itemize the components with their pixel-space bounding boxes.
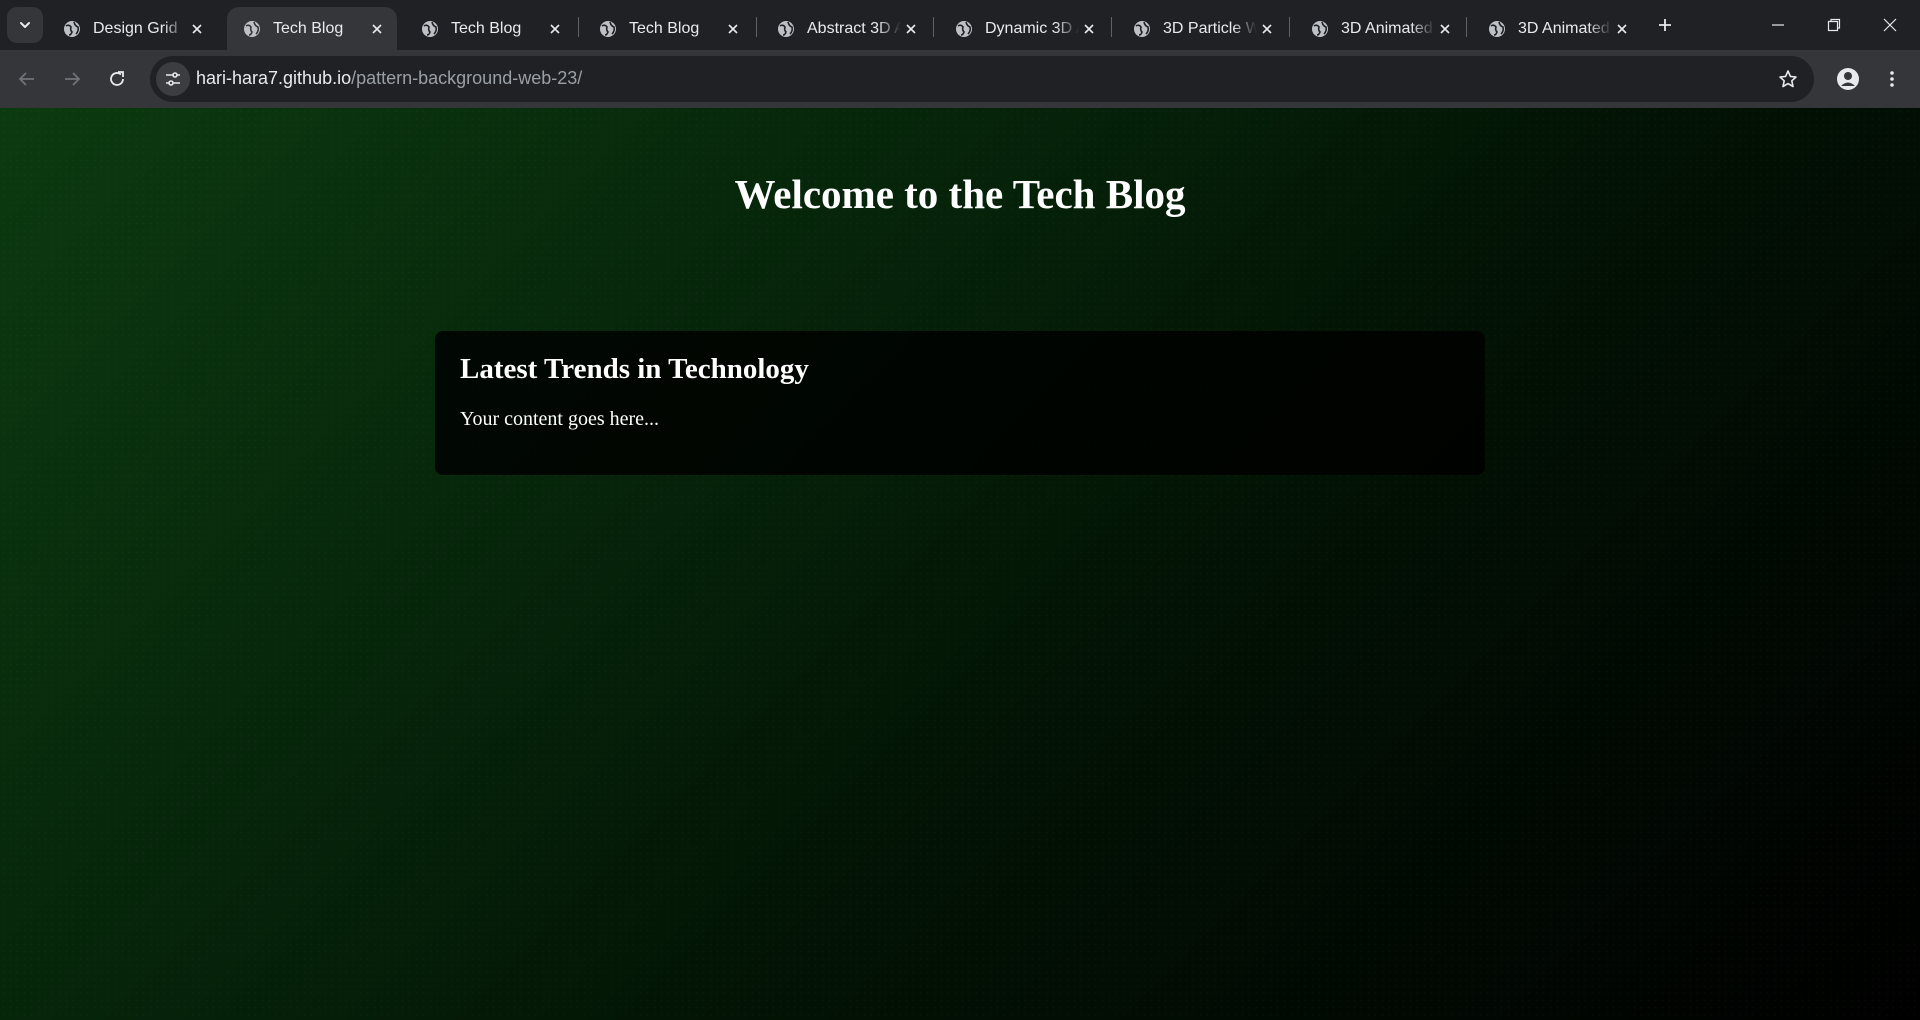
browser-menu-button[interactable] <box>1874 61 1910 97</box>
minimize-icon <box>1772 24 1784 26</box>
close-icon[interactable] <box>367 19 387 39</box>
address-bar[interactable]: hari-hara7.github.io/pattern-background-… <box>150 56 1814 102</box>
restore-button[interactable] <box>1806 0 1862 50</box>
close-icon <box>1883 18 1897 32</box>
globe-icon <box>956 20 972 37</box>
close-icon[interactable] <box>187 19 207 39</box>
arrow-right-icon <box>65 72 81 86</box>
avatar-icon <box>1837 68 1859 90</box>
tune-icon <box>166 72 180 86</box>
close-window-button[interactable] <box>1862 0 1918 50</box>
tab-4[interactable]: Abstract 3D Animation <box>761 7 931 50</box>
globe-icon <box>778 20 794 37</box>
globe-icon <box>600 20 616 37</box>
reload-button[interactable] <box>99 61 135 97</box>
tab-separator <box>756 17 757 37</box>
tab-title: Tech Blog <box>451 19 522 37</box>
forward-button[interactable] <box>54 61 90 97</box>
plus-icon <box>1659 19 1671 31</box>
tab-separator <box>1111 17 1112 37</box>
tab-1[interactable]: Tech Blog <box>227 7 397 50</box>
tab-separator <box>1466 17 1467 37</box>
card-title: Latest Trends in Technology <box>460 353 809 385</box>
restore-icon <box>1827 18 1841 32</box>
tab-title: 3D Animated Background <box>1518 19 1612 37</box>
browser-toolbar: hari-hara7.github.io/pattern-background-… <box>0 50 1920 108</box>
tab-7[interactable]: 3D Animated Background <box>1295 7 1465 50</box>
tab-title: 3D Particle Wave <box>1163 19 1257 37</box>
close-icon[interactable] <box>545 19 565 39</box>
url-host: hari-hara7.github.io <box>196 68 352 88</box>
profile-button[interactable] <box>1830 61 1866 97</box>
globe-icon <box>422 20 438 37</box>
globe-icon <box>64 20 80 37</box>
new-tab-button[interactable] <box>1650 10 1680 40</box>
globe-icon <box>244 20 260 37</box>
arrow-left-icon <box>18 72 34 86</box>
tab-title: Tech Blog <box>629 19 700 37</box>
reload-icon <box>110 71 124 86</box>
content-card: Latest Trends in Technology Your content… <box>435 331 1485 475</box>
card-body: Your content goes here... <box>460 408 660 430</box>
tab-title: 3D Animated Background <box>1341 19 1435 37</box>
tab-title: Dynamic 3D Animation <box>985 19 1079 37</box>
tab-title: Abstract 3D Animation <box>807 19 901 37</box>
close-icon[interactable] <box>1079 19 1099 39</box>
close-icon[interactable] <box>1257 19 1277 39</box>
chevron-down-icon <box>20 22 30 28</box>
globe-icon <box>1312 20 1328 37</box>
star-icon <box>1779 70 1797 88</box>
close-icon[interactable] <box>1435 19 1455 39</box>
more-vert-icon <box>1890 71 1894 87</box>
url-path: /pattern-background-web-23/ <box>351 68 583 88</box>
close-icon[interactable] <box>723 19 743 39</box>
tab-6[interactable]: 3D Particle Wave <box>1117 7 1287 50</box>
tab-separator <box>1289 17 1290 37</box>
tab-separator <box>933 17 934 37</box>
page-viewport: Welcome to the Tech Blog Latest Trends i… <box>0 108 1920 1020</box>
globe-icon <box>1489 20 1505 37</box>
globe-icon <box>1134 20 1150 37</box>
tab-0[interactable]: Design Grid <box>47 7 217 50</box>
site-info-button[interactable] <box>156 62 190 96</box>
tab-title: Tech Blog <box>273 19 344 37</box>
tab-5[interactable]: Dynamic 3D Animation <box>939 7 1109 50</box>
tab-separator <box>578 17 579 37</box>
url-text: hari-hara7.github.io/pattern-background-… <box>196 68 582 89</box>
bookmark-button[interactable] <box>1774 65 1802 93</box>
tab-2[interactable]: Tech Blog <box>405 7 575 50</box>
tab-strip: Design Grid Tech Blog Tech Blog Tech Blo… <box>0 0 1920 50</box>
tab-3[interactable]: Tech Blog <box>583 7 753 50</box>
close-icon[interactable] <box>901 19 921 39</box>
tab-search-button[interactable] <box>7 7 43 43</box>
close-icon[interactable] <box>1612 19 1632 39</box>
page-title: Welcome to the Tech Blog <box>734 171 1186 217</box>
minimize-button[interactable] <box>1750 0 1806 50</box>
back-button[interactable] <box>9 61 45 97</box>
tab-8[interactable]: 3D Animated Background <box>1472 7 1642 50</box>
tab-title: Design Grid <box>93 19 178 37</box>
